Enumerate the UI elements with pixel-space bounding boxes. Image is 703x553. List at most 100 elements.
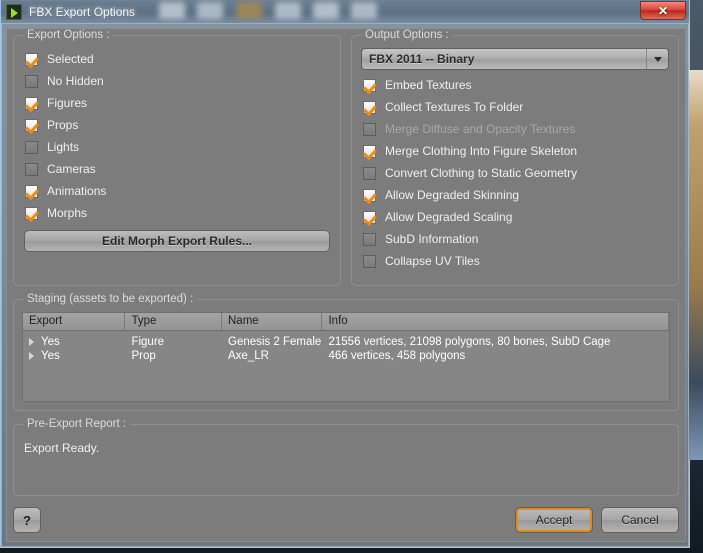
cell-export[interactable]: Yes xyxy=(23,336,125,348)
glass-reflection xyxy=(236,2,262,19)
checkbox-figures[interactable] xyxy=(25,96,38,110)
checkbox-row-figures[interactable]: Figures xyxy=(22,92,332,114)
checkbox-label: No Hidden xyxy=(47,74,104,88)
cell-export[interactable]: Yes xyxy=(23,350,125,362)
checkbox-collect-textures-to-folder[interactable] xyxy=(363,100,376,114)
checkbox-animations[interactable] xyxy=(25,184,38,198)
staging-table[interactable]: Export Type Name Info Yes Figure Genesis… xyxy=(22,312,670,402)
help-cursor-icon[interactable]: ? xyxy=(13,507,41,533)
checkbox-allow-degraded-scaling[interactable] xyxy=(363,210,376,224)
checkbox-props[interactable] xyxy=(25,118,38,132)
checkbox-label: Convert Clothing to Static Geometry xyxy=(385,166,578,180)
checkbox-embed-textures[interactable] xyxy=(363,78,376,92)
accept-button[interactable]: Accept xyxy=(515,507,593,533)
expander-icon[interactable] xyxy=(29,337,34,346)
checkbox-row-animations[interactable]: Animations xyxy=(22,180,332,202)
checkbox-row-no-hidden[interactable]: No Hidden xyxy=(22,70,332,92)
checkbox-row-allow-degraded-skinning[interactable]: Allow Degraded Skinning xyxy=(360,184,670,206)
checkbox-label: Merge Diffuse and Opacity Textures xyxy=(385,122,576,136)
staging-group: Staging (assets to be exported) : Export… xyxy=(13,293,679,411)
cell-type: Prop xyxy=(131,350,156,362)
checkbox-allow-degraded-skinning[interactable] xyxy=(363,188,376,202)
pre-export-report-group: Pre-Export Report : Export Ready. xyxy=(13,418,679,496)
checkbox-label: Animations xyxy=(47,184,107,198)
column-header-export[interactable]: Export xyxy=(23,313,126,330)
checkbox-selected[interactable] xyxy=(25,52,38,66)
checkbox-cameras[interactable] xyxy=(25,162,38,176)
glass-reflection xyxy=(313,2,339,19)
output-options-legend: Output Options : xyxy=(361,29,453,41)
table-row[interactable]: Yes Figure Genesis 2 Female 21556 vertic… xyxy=(23,335,669,349)
checkbox-convert-clothing-static[interactable] xyxy=(363,166,376,180)
fbx-format-value: FBX 2011 -- Binary xyxy=(369,52,475,66)
checkbox-no-hidden[interactable] xyxy=(25,74,38,88)
checkbox-row-collapse-uv-tiles[interactable]: Collapse UV Tiles xyxy=(360,250,670,272)
cell-info: 466 vertices, 458 polygons xyxy=(328,350,466,362)
title-bar: FBX Export Options ✕ xyxy=(1,0,689,24)
chevron-down-icon[interactable] xyxy=(646,49,668,69)
checkbox-label: SubD Information xyxy=(385,232,479,246)
checkbox-row-subd-information[interactable]: SubD Information xyxy=(360,228,670,250)
checkbox-row-convert-clothing-static[interactable]: Convert Clothing to Static Geometry xyxy=(360,162,670,184)
checkbox-label: Selected xyxy=(47,52,94,66)
pre-export-report-text: Export Ready. xyxy=(24,441,100,455)
checkbox-row-morphs[interactable]: Morphs xyxy=(22,202,332,224)
checkbox-label: Cameras xyxy=(47,162,96,176)
checkbox-lights[interactable] xyxy=(25,140,38,154)
pre-export-report-legend: Pre-Export Report : xyxy=(23,418,131,430)
fbx-format-dropdown[interactable]: FBX 2011 -- Binary xyxy=(361,48,669,70)
checkbox-morphs[interactable] xyxy=(25,206,38,220)
glass-reflection xyxy=(275,2,301,19)
checkbox-collapse-uv-tiles[interactable] xyxy=(363,254,376,268)
glass-reflection xyxy=(197,2,223,19)
checkbox-label: Embed Textures xyxy=(385,78,472,92)
checkbox-label: Collect Textures To Folder xyxy=(385,100,524,114)
column-header-name[interactable]: Name xyxy=(222,313,323,330)
checkbox-row-props[interactable]: Props xyxy=(22,114,332,136)
glass-reflection xyxy=(351,2,377,19)
expander-icon[interactable] xyxy=(29,351,34,360)
cell-type: Figure xyxy=(131,336,165,348)
daz-studio-icon xyxy=(6,3,22,20)
cell-name: Axe_LR xyxy=(228,350,269,362)
checkbox-row-allow-degraded-scaling[interactable]: Allow Degraded Scaling xyxy=(360,206,670,228)
checkbox-row-cameras[interactable]: Cameras xyxy=(22,158,332,180)
cell-name: Genesis 2 Female xyxy=(228,336,322,348)
checkbox-row-selected[interactable]: Selected xyxy=(22,48,332,70)
column-header-info[interactable]: Info xyxy=(322,313,669,330)
checkbox-label: Allow Degraded Scaling xyxy=(385,210,513,224)
staging-legend: Staging (assets to be exported) : xyxy=(23,293,198,305)
output-options-group: Output Options : FBX 2011 -- Binary Embe… xyxy=(351,29,679,286)
checkbox-row-collect-textures-to-folder[interactable]: Collect Textures To Folder xyxy=(360,96,670,118)
cancel-button[interactable]: Cancel xyxy=(601,507,679,533)
checkbox-label: Allow Degraded Skinning xyxy=(385,188,520,202)
column-header-type[interactable]: Type xyxy=(125,313,222,330)
checkbox-merge-diffuse-opacity xyxy=(363,122,376,136)
checkbox-merge-clothing-into-skeleton[interactable] xyxy=(363,144,376,158)
export-options-group: Export Options : Selected No Hidden Figu… xyxy=(13,29,341,286)
dialog-footer: ? Accept Cancel xyxy=(13,505,679,535)
cell-info: 21556 vertices, 21098 polygons, 80 bones… xyxy=(328,336,611,348)
checkbox-row-merge-diffuse-opacity: Merge Diffuse and Opacity Textures xyxy=(360,118,670,140)
edit-morph-export-rules-button[interactable]: Edit Morph Export Rules... xyxy=(24,230,330,252)
options-columns: Export Options : Selected No Hidden Figu… xyxy=(13,29,679,286)
table-header-row: Export Type Name Info xyxy=(23,313,669,331)
checkbox-row-embed-textures[interactable]: Embed Textures xyxy=(360,74,670,96)
fbx-export-dialog-window: FBX Export Options ✕ Export Options : Se… xyxy=(0,0,690,548)
export-options-legend: Export Options : xyxy=(23,29,114,41)
checkbox-label: Collapse UV Tiles xyxy=(385,254,480,268)
checkbox-label: Lights xyxy=(47,140,80,154)
checkbox-label: Props xyxy=(47,118,79,132)
table-row[interactable]: Yes Prop Axe_LR 466 vertices, 458 polygo… xyxy=(23,349,669,363)
dialog-body: Export Options : Selected No Hidden Figu… xyxy=(6,28,686,542)
checkbox-row-merge-clothing-into-skeleton[interactable]: Merge Clothing Into Figure Skeleton xyxy=(360,140,670,162)
checkbox-label: Figures xyxy=(47,96,88,110)
glass-reflection xyxy=(159,2,185,19)
checkbox-subd-information[interactable] xyxy=(363,232,376,246)
checkbox-row-lights[interactable]: Lights xyxy=(22,136,332,158)
desktop-background: FBX Export Options ✕ Export Options : Se… xyxy=(0,0,703,553)
close-button[interactable]: ✕ xyxy=(640,1,686,20)
checkbox-label: Merge Clothing Into Figure Skeleton xyxy=(385,144,578,158)
checkbox-label: Morphs xyxy=(47,206,88,220)
window-title: FBX Export Options xyxy=(29,4,136,19)
